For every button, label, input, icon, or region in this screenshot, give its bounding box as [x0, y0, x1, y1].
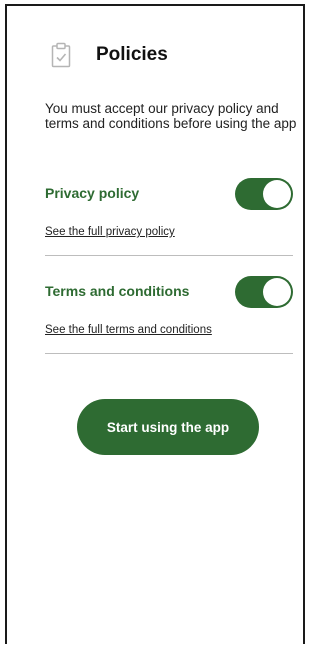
- privacy-policy-section: Privacy policy See the full privacy poli…: [45, 178, 293, 248]
- toggle-knob: [263, 180, 291, 208]
- privacy-policy-title: Privacy policy: [45, 185, 140, 201]
- terms-section: Terms and conditions See the full terms …: [45, 276, 293, 346]
- privacy-policy-toggle[interactable]: [235, 178, 293, 210]
- policies-screen: Policies You must accept our privacy pol…: [5, 4, 305, 644]
- terms-toggle[interactable]: [235, 276, 293, 308]
- privacy-policy-link[interactable]: See the full privacy policy: [45, 226, 175, 238]
- clipboard-check-icon: [51, 42, 71, 68]
- terms-title: Terms and conditions: [45, 283, 190, 299]
- intro-text: You must accept our privacy policy and t…: [45, 101, 297, 131]
- page-header: Policies: [51, 42, 168, 68]
- start-using-app-button[interactable]: Start using the app: [77, 399, 259, 455]
- divider: [45, 353, 293, 354]
- divider: [45, 255, 293, 256]
- toggle-knob: [263, 278, 291, 306]
- terms-link[interactable]: See the full terms and conditions: [45, 324, 212, 336]
- page-title: Policies: [96, 44, 168, 65]
